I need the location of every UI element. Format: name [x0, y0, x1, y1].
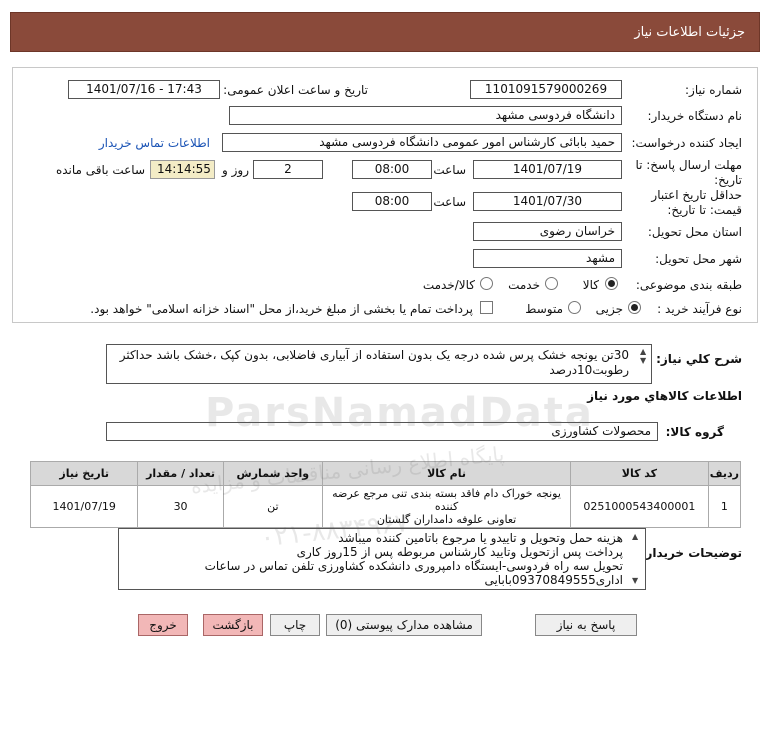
price-validity-time-label: ساعت	[433, 195, 466, 209]
buyer-notes-line: هزینه حمل وتحویل و تاییدو یا مرجوع باتام…	[338, 531, 623, 545]
buyer-notes-line: تحویل سه راه فردوسی-ایستگاه دامپروری دان…	[204, 559, 623, 573]
reply-deadline-label-2: تاریخ:	[714, 173, 742, 187]
summary-scroll-up-icon[interactable]: ▲	[640, 347, 646, 356]
delivery-city-label: شهر محل تحویل:	[655, 252, 742, 266]
reply-deadline-time-field[interactable]: 08:00	[352, 160, 432, 179]
purchase-type-label: نوع فرآیند خرید :	[657, 302, 742, 316]
page-title: جزئیات اطلاعات نیاز	[634, 25, 745, 40]
goods-name-line-2: تعاونی علوفه دامداران گلستان	[376, 513, 517, 526]
need-number-label: شماره نیاز:	[685, 83, 742, 97]
purchase-type-option-minor: جزیی	[595, 302, 623, 316]
summary-label: شرح کلي نياز:	[656, 352, 742, 366]
cell-goods-code: 0251000543400001	[570, 485, 709, 528]
goods-name-line-1: یونجه خوراک دام فاقد بسته بندی تنی مرجع …	[332, 487, 561, 513]
announce-datetime-label: تاریخ و ساعت اعلان عمومی:	[223, 83, 368, 97]
treasury-checkbox[interactable]	[480, 301, 493, 314]
purchase-type-option-medium: متوسط	[525, 302, 563, 316]
price-validity-label-2: قیمت: تا تاریخ:	[667, 203, 742, 217]
category-radio-goods[interactable]	[605, 277, 618, 290]
treasury-note: پرداخت تمام یا بخشی از مبلغ خرید،از محل …	[90, 302, 473, 316]
requester-label: ایجاد کننده درخواست:	[631, 136, 742, 150]
header-row-number: ردیف	[707, 461, 742, 486]
notes-scroll-up-icon[interactable]: ▲	[632, 532, 638, 541]
cell-need-date: 1401/07/19	[29, 485, 139, 528]
reply-deadline-days-field[interactable]: 2	[253, 160, 323, 179]
delivery-province-label: استان محل تحویل:	[647, 225, 742, 239]
category-label: طبقه بندی موضوعی:	[635, 278, 742, 292]
header-need-date: تاریخ نیاز	[29, 461, 139, 486]
buyer-notes-label: توضیحات خریدار:	[640, 546, 742, 560]
buyer-notes-line: اداری09370849555بابایی	[484, 573, 623, 587]
goods-info-title: اطلاعات کالاهاي مورد نياز	[587, 389, 742, 403]
remaining-time-field: 14:14:55	[150, 160, 215, 179]
goods-group-field[interactable]: محصولات کشاورزی	[106, 422, 658, 441]
notes-scroll-down-icon[interactable]: ▼	[632, 576, 638, 585]
view-attachments-button[interactable]: مشاهده مدارک پیوستی (0)	[326, 614, 482, 636]
goods-table: تاریخ نیاز تعداد / مقدار واحد شمارش نام …	[29, 461, 742, 528]
category-option-goods: کالا	[582, 278, 599, 292]
need-number-field[interactable]: 1101091579000269	[470, 80, 622, 99]
header-unit: واحد شمارش	[222, 461, 323, 486]
table-header-row: تاریخ نیاز تعداد / مقدار واحد شمارش نام …	[29, 461, 742, 486]
delivery-city-field[interactable]: مشهد	[473, 249, 622, 268]
remaining-time-label: ساعت باقی مانده	[55, 163, 145, 177]
buyer-org-label: نام دستگاه خریدار:	[647, 109, 743, 123]
header-goods-code: کد کالا	[570, 461, 709, 486]
reply-deadline-date-field[interactable]: 1401/07/19	[473, 160, 622, 179]
header-quantity: تعداد / مقدار	[137, 461, 224, 486]
table-row[interactable]: 1401/07/19 30 تن یونجه خوراک دام فاقد بس…	[29, 485, 742, 528]
reply-button[interactable]: پاسخ به نیاز	[535, 614, 637, 636]
summary-scroll-down-icon[interactable]: ▼	[640, 356, 646, 365]
buyer-contact-link[interactable]: اطلاعات تماس خریدار	[99, 136, 210, 150]
header-goods-name: نام کالا	[321, 461, 572, 486]
delivery-province-field[interactable]: خراسان رضوی	[473, 222, 622, 241]
announce-datetime-field[interactable]: 1401/07/16 - 17:43	[68, 80, 220, 99]
goods-group-label: گروه کالا:	[665, 425, 724, 439]
exit-button[interactable]: خروج	[138, 614, 188, 636]
summary-textbox[interactable]: 30تن یونجه خشک پرس شده درجه یک بدون استف…	[106, 344, 652, 384]
cell-quantity: 30	[137, 485, 224, 528]
category-radio-goods-service[interactable]	[480, 277, 493, 290]
print-button[interactable]: چاپ	[270, 614, 320, 636]
cell-goods-name: یونجه خوراک دام فاقد بسته بندی تنی مرجع …	[321, 485, 572, 528]
category-radio-service[interactable]	[545, 277, 558, 290]
category-option-service: خدمت	[508, 278, 540, 292]
cell-row-number: 1	[707, 485, 742, 528]
reply-deadline-label-1: مهلت ارسال پاسخ: تا	[635, 158, 742, 172]
price-validity-time-field[interactable]: 08:00	[352, 192, 432, 211]
price-validity-date-field[interactable]: 1401/07/30	[473, 192, 622, 211]
cell-unit: تن	[222, 485, 323, 528]
buyer-notes-textbox[interactable]: هزینه حمل وتحویل و تاییدو یا مرجوع باتام…	[118, 528, 646, 590]
page-header: جزئیات اطلاعات نیاز	[10, 12, 760, 52]
purchase-type-radio-minor[interactable]	[628, 301, 641, 314]
category-option-goods-service: کالا/خدمت	[422, 278, 475, 292]
back-button[interactable]: بازگشت	[203, 614, 263, 636]
price-validity-label-1: حداقل تاریخ اعتبار	[651, 188, 742, 202]
buyer-org-field[interactable]: دانشگاه فردوسی مشهد	[229, 106, 622, 125]
requester-field[interactable]: حمید بابائی کارشناس امور عمومی دانشگاه ف…	[222, 133, 622, 152]
days-label: روز و	[222, 163, 249, 177]
buyer-notes-line: پرداخت پس ازتحویل وتایید کارشناس مربوطه …	[296, 545, 623, 559]
purchase-type-radio-medium[interactable]	[568, 301, 581, 314]
reply-deadline-time-label: ساعت	[433, 163, 466, 177]
